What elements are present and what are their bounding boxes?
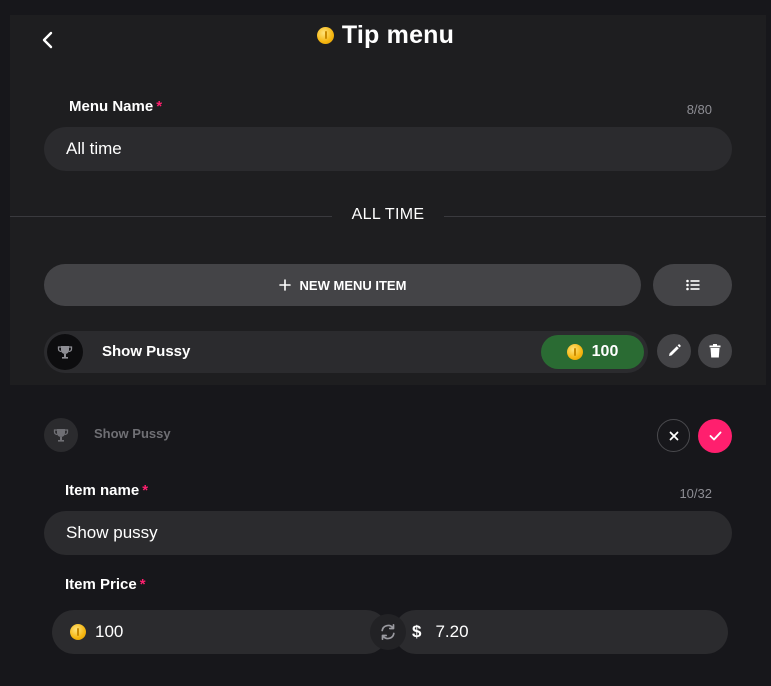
token-coin-icon xyxy=(316,26,334,44)
edit-item-avatar xyxy=(44,418,78,452)
required-mark: * xyxy=(142,482,149,499)
token-coin-icon xyxy=(70,624,86,640)
new-menu-item-label: NEW MENU ITEM xyxy=(299,277,407,293)
menu-item-row: Show Pussy 100 xyxy=(44,331,648,373)
check-icon xyxy=(709,431,721,441)
delete-item-button[interactable] xyxy=(698,334,732,368)
price-usd-input[interactable]: $ 7.20 xyxy=(394,610,728,654)
required-mark: * xyxy=(139,576,146,593)
item-name-label: Item name * xyxy=(65,482,148,499)
section-title: ALL TIME xyxy=(351,206,425,223)
divider-right xyxy=(444,216,766,217)
menu-item-avatar xyxy=(47,334,83,370)
trophy-icon xyxy=(53,429,69,442)
edit-item-button[interactable] xyxy=(657,334,691,368)
tip-menu-panel xyxy=(10,15,766,385)
pencil-icon xyxy=(669,344,681,356)
price-usd-value: 7.20 xyxy=(435,622,469,641)
item-name-label-text: Item name xyxy=(65,482,140,499)
menu-item-price-value: 100 xyxy=(591,343,619,360)
refresh-icon xyxy=(381,623,395,641)
close-icon xyxy=(669,431,678,440)
required-mark: * xyxy=(156,98,163,115)
plus-icon xyxy=(278,279,291,291)
page-header: Tip menu xyxy=(0,18,771,52)
new-menu-item-button[interactable]: NEW MENU ITEM xyxy=(44,264,641,306)
menu-name-counter: 8/80 xyxy=(686,102,712,117)
reorder-list-button[interactable] xyxy=(653,264,732,306)
convert-price-button[interactable] xyxy=(370,614,406,650)
token-coin-icon xyxy=(566,344,583,360)
menu-name-label: Menu Name * xyxy=(69,98,162,115)
item-price-label: Item Price * xyxy=(65,576,146,593)
item-price-label-text: Item Price xyxy=(65,576,137,593)
confirm-edit-button[interactable] xyxy=(698,419,732,453)
currency-symbol: $ xyxy=(412,622,422,641)
trash-icon xyxy=(709,344,721,358)
edit-item-preview-name: Show Pussy xyxy=(94,426,171,441)
page-title: Tip menu xyxy=(341,20,455,49)
menu-name-label-text: Menu Name xyxy=(69,98,154,115)
trophy-icon xyxy=(57,346,73,359)
price-tokens-input[interactable]: 100 xyxy=(52,610,388,654)
menu-item-name: Show Pussy xyxy=(102,343,191,360)
item-name-counter: 10/32 xyxy=(679,486,712,501)
menu-name-input[interactable]: All time xyxy=(44,127,732,171)
divider-left xyxy=(10,216,332,217)
menu-item-price: 100 xyxy=(541,335,644,369)
price-tokens-value: 100 xyxy=(95,622,124,641)
cancel-edit-button[interactable] xyxy=(657,419,690,452)
item-name-input[interactable]: Show pussy xyxy=(44,511,732,555)
list-icon xyxy=(685,279,699,291)
